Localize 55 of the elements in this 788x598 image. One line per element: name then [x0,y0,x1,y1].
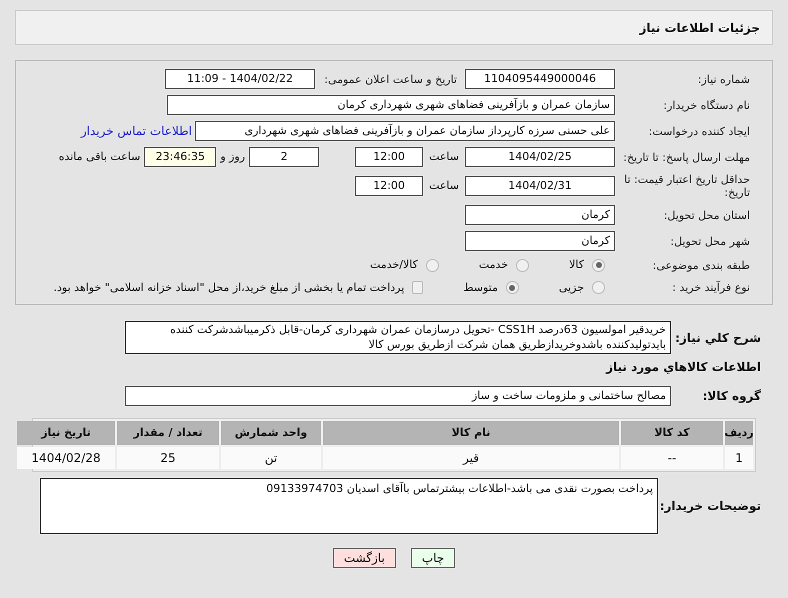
column-header: واحد شمارش [221,421,321,445]
text-field[interactable]: کرمان [465,205,615,225]
field-label: ساعت [429,178,459,194]
table-cell: قیر [323,447,619,469]
text-field[interactable]: 1404/02/31 [465,176,615,196]
column-header: تعداد / مقدار [117,421,219,445]
field-label: شهر محل تحویل: [669,234,750,248]
table-cell: 25 [117,447,219,469]
text-field[interactable]: 1404/02/22 - 11:09 [165,69,315,89]
table-cell: -- [621,447,723,469]
field-label: ساعت [429,148,459,165]
field-label: تاریخ و ساعت اعلان عمومی: [323,72,458,86]
field-label: کالا/خدمت [370,257,418,273]
countdown-field[interactable]: 23:46:35 [144,147,216,167]
field-label: جزیی [558,280,584,296]
field-label: مهلت ارسال پاسخ: تا تاریخ: [622,150,750,164]
section-label: شرح کلي نياز: [674,330,761,347]
text-field[interactable]: 12:00 [355,147,424,167]
text-field[interactable]: 2 [249,147,320,167]
column-header: ردیف [725,421,753,445]
goods-group-field[interactable]: مصالح ساختمانی و ملزومات ساخت و ساز [125,386,671,406]
back-button[interactable]: بازگشت [332,548,396,568]
field-label: شماره نیاز: [696,72,750,86]
column-header: تاریخ نیاز [17,421,115,445]
buyer-contact-link[interactable]: اطلاعات تماس خریدار [80,122,192,140]
section-heading: اطلاعات کالاهاي مورد نياز [604,359,761,376]
field-label: خدمت [478,257,508,273]
text-field[interactable]: علی حسنی سرزه کارپرداز سازمان عمران و بازآفرینی فضاهای شهری شهرداری [195,121,615,141]
field-label: طبقه بندی موضوعی: [652,258,750,272]
field-label: ساعت باقی مانده [58,148,140,165]
field-label: پرداخت تمام یا بخشی از مبلغ خرید،از محل "اسناد خزانه اسلامی" خواهد بود. [54,280,404,296]
field-label: روز و [220,148,246,165]
field-label: ایجاد کننده درخواست: [648,124,750,138]
column-header: نام کالا [323,421,619,445]
table-cell: 1 [725,447,753,469]
field-label: متوسط [463,280,498,296]
print-button[interactable]: چاپ [410,548,456,568]
text-field[interactable]: 12:00 [355,176,424,196]
field-label: حداقل تاریخ اعتبار قیمت: تا تاریخ: [623,173,750,199]
table-cell: تن [221,447,321,469]
text-field[interactable]: سازمان عمران و بازآفرینی فضاهای شهری شهرداری کرمان [167,95,615,115]
text-field[interactable]: 1104095449000046 [465,69,615,89]
field-label: نام دستگاه خریدار: [662,98,750,112]
buyer-notes-field[interactable]: پرداخت بصورت نقدی می باشد-اطلاعات بیشترتماس باآقای اسدیان 09133974703 [40,478,658,534]
section-label: توضیحات خریدار: [658,498,761,515]
field-label: استان محل تحویل: [662,208,750,222]
table-cell: 1404/02/28 [17,447,115,469]
column-header: کد کالا [621,421,723,445]
description-field[interactable]: خریدقیر امولسیون 63درصد CSS1H -تحویل درسازمان عمران شهرداری کرمان-قابل ذکرمیباشدشرکت کننده بایدتولیدکننده باشدوخریدازطریق همان شرکت ازطریق بورس کالا [125,321,671,354]
text-field[interactable]: کرمان [465,231,615,251]
text-field[interactable]: 1404/02/25 [465,147,615,167]
field-label: نوع فرآیند خرید : [671,281,750,294]
page-title: جزئیات اطلاعات نیاز [639,20,760,36]
field-label: کالا [569,257,584,273]
section-label: گروه کالا: [702,388,761,405]
